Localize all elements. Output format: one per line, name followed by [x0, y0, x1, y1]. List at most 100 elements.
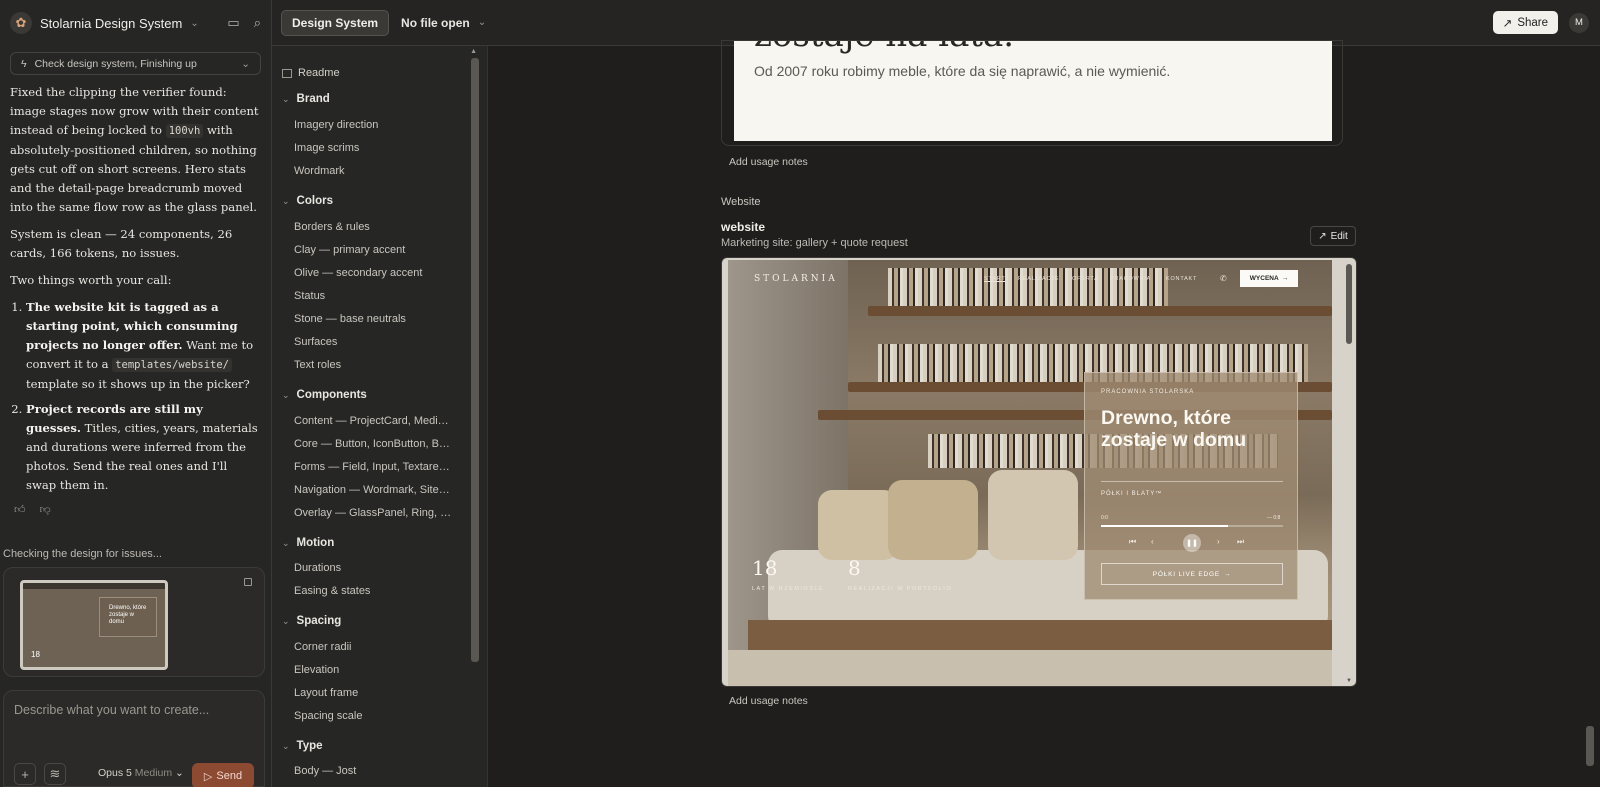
site-nav-oferta[interactable]: OFERTA: [1072, 276, 1099, 282]
add-usage-notes-link[interactable]: Add usage notes: [729, 156, 808, 168]
main-scrollbar[interactable]: [1586, 726, 1594, 766]
section-label: Type: [296, 740, 323, 752]
list-item: Project records are still my guesses. Ti…: [26, 400, 261, 495]
site-nav-start[interactable]: START: [984, 276, 1006, 282]
chat-header: ✿ Stolarnia Design System ⌄ ▭ ⌕: [0, 0, 271, 46]
share-icon: ↗: [1502, 17, 1513, 30]
palette-icon[interactable]: ✿: [10, 12, 32, 34]
composer[interactable]: Describe what you want to create... + ≋ …: [3, 690, 265, 787]
prev-icon[interactable]: ‹: [1151, 537, 1154, 546]
nav-item[interactable]: Text roles: [294, 359, 459, 371]
phone-icon[interactable]: ✆: [1220, 274, 1227, 283]
nav-item[interactable]: Durations: [294, 562, 459, 574]
glass-product: PÓŁKI I BLATY™: [1101, 491, 1163, 497]
frame-scrollbar[interactable]: [1346, 264, 1352, 344]
chevron-down-icon[interactable]: ⌄: [190, 18, 198, 29]
send-button[interactable]: ▷ Send: [192, 763, 254, 787]
nav-item[interactable]: Spacing scale: [294, 710, 459, 722]
pillow-image: [988, 470, 1078, 560]
nav-item[interactable]: Elevation: [294, 664, 459, 676]
nav-item[interactable]: Olive — secondary accent: [294, 267, 459, 279]
edit-label: Edit: [1330, 230, 1348, 242]
file-selector[interactable]: No file open ⌄: [401, 16, 486, 30]
preview-thumbnail[interactable]: Drewno, które zostaje w domu 18: [20, 580, 168, 670]
nav-section-spacing[interactable]: ⌄ Spacing: [282, 615, 341, 627]
waveform-icon[interactable]: ≋: [44, 763, 66, 785]
sidebar-toggle-icon[interactable]: ▭: [227, 15, 239, 31]
progress-bar[interactable]: [1101, 525, 1283, 527]
next-icon[interactable]: ›: [1217, 537, 1220, 546]
nav-item[interactable]: Corner radii: [294, 641, 459, 653]
nav-item[interactable]: Wordmark: [294, 165, 459, 177]
skip-forward-icon[interactable]: ⏭: [1237, 537, 1244, 547]
nav-item[interactable]: Image scrims: [294, 142, 459, 154]
share-button[interactable]: ↗ Share: [1492, 11, 1558, 34]
time-start: 0:0: [1101, 515, 1108, 521]
model-selector[interactable]: Opus 5 Medium ⌄: [98, 767, 184, 779]
nav-item[interactable]: Body — Jost: [294, 765, 459, 777]
nav-item[interactable]: Layout frame: [294, 687, 459, 699]
shelf-image: [868, 306, 1332, 316]
tab-design-system[interactable]: Design System: [281, 9, 390, 36]
chevron-down-icon: ⌄: [282, 93, 290, 104]
site-nav-kontakt[interactable]: KONTAKT: [1166, 276, 1197, 282]
prompt-input[interactable]: Describe what you want to create...: [14, 703, 209, 717]
nav-section-colors[interactable]: ⌄ Colors: [282, 195, 333, 207]
nav-section-motion[interactable]: ⌄ Motion: [282, 537, 334, 549]
hero-preview: zostaje na lata. Od 2007 roku robimy meb…: [734, 41, 1332, 141]
time-end: — 0:8: [1267, 515, 1281, 521]
add-usage-notes-link[interactable]: Add usage notes: [729, 695, 808, 707]
nav-item[interactable]: Imagery direction: [294, 119, 459, 131]
main-canvas: zostaje na lata. Od 2007 roku robimy meb…: [488, 40, 1600, 787]
avatar[interactable]: M: [1569, 12, 1589, 33]
nav-section-type[interactable]: ⌄ Type: [282, 740, 323, 752]
chevron-down-icon: ⌄: [282, 195, 290, 206]
pause-icon[interactable]: ❚❚: [1183, 534, 1201, 552]
nav-scrollbar[interactable]: [471, 58, 479, 662]
feedback-row: 👍︎ 👎︎: [0, 501, 271, 518]
section-label: Website: [721, 196, 761, 208]
nav-item[interactable]: Borders & rules: [294, 221, 459, 233]
nav-section-components[interactable]: ⌄ Components: [282, 389, 367, 401]
website-preview-frame[interactable]: STOLARNIA START REALIZACJE OFERTA PRACOW…: [721, 257, 1357, 687]
nav-item[interactable]: Easing & states: [294, 585, 459, 597]
thumbs-up-icon[interactable]: 👍︎: [14, 503, 26, 516]
plus-icon[interactable]: +: [14, 763, 36, 785]
new-chat-icon[interactable]: ⌕: [254, 15, 261, 31]
edit-button[interactable]: ↗ Edit: [1310, 226, 1356, 246]
nav-item[interactable]: Status: [294, 290, 459, 302]
section-label: Brand: [296, 93, 330, 105]
section-label: Colors: [296, 195, 333, 207]
thumbs-down-icon[interactable]: 👎︎: [40, 503, 51, 516]
nav-item[interactable]: Clay — primary accent: [294, 244, 459, 256]
nav-item[interactable]: Navigation — Wordmark, SiteHeader: [294, 484, 452, 496]
assistant-message: Fixed the clipping the verifier found: i…: [0, 75, 271, 495]
site-nav-realizacje[interactable]: REALIZACJE: [1018, 276, 1059, 282]
design-system-nav: ▲ Readme ⌄ Brand Imagery direction Image …: [272, 46, 488, 787]
site-cta-wycena[interactable]: WYCENA →: [1240, 270, 1298, 287]
task-status-pill[interactable]: ϟ Check design system, Finishing up ⌄: [10, 52, 261, 75]
nav-item-readme[interactable]: Readme: [282, 67, 447, 79]
preview-card[interactable]: Drewno, które zostaje w domu 18: [3, 567, 265, 677]
skip-back-icon[interactable]: ⏮: [1129, 537, 1136, 547]
glass-cta-button[interactable]: PÓŁKI LIVE EDGE →: [1101, 563, 1283, 585]
site-nav-pracownia[interactable]: PRACOWNIA: [1110, 276, 1151, 282]
nav-item[interactable]: Surfaces: [294, 336, 459, 348]
msg-paragraph: Two things worth your call:: [10, 273, 172, 287]
stop-icon[interactable]: [244, 578, 252, 586]
nav-section-brand[interactable]: ⌄ Brand: [282, 93, 330, 105]
nav-item[interactable]: Stone — base neutrals: [294, 313, 459, 325]
model-effort: Medium: [134, 767, 173, 779]
project-name[interactable]: Stolarnia Design System: [40, 16, 182, 31]
nav-item[interactable]: Core — Button, IconButton, Badge: [294, 438, 452, 450]
nav-item[interactable]: Overlay — GlassPanel, Ring, Scrim: [294, 507, 452, 519]
scroll-down-icon[interactable]: ▼: [1346, 678, 1352, 684]
nav-item[interactable]: Content — ProjectCard, MediaFrame: [294, 415, 452, 427]
book-icon: [282, 68, 292, 78]
file-label: No file open: [401, 15, 470, 30]
site-wordmark[interactable]: STOLARNIA: [754, 274, 838, 284]
scroll-up-icon[interactable]: ▲: [470, 48, 477, 55]
nav-item[interactable]: Forms — Field, Input, Textarea, Select: [294, 461, 452, 473]
hero-heading: zostaje na lata.: [754, 41, 1014, 55]
cta-label: WYCENA: [1249, 275, 1279, 282]
